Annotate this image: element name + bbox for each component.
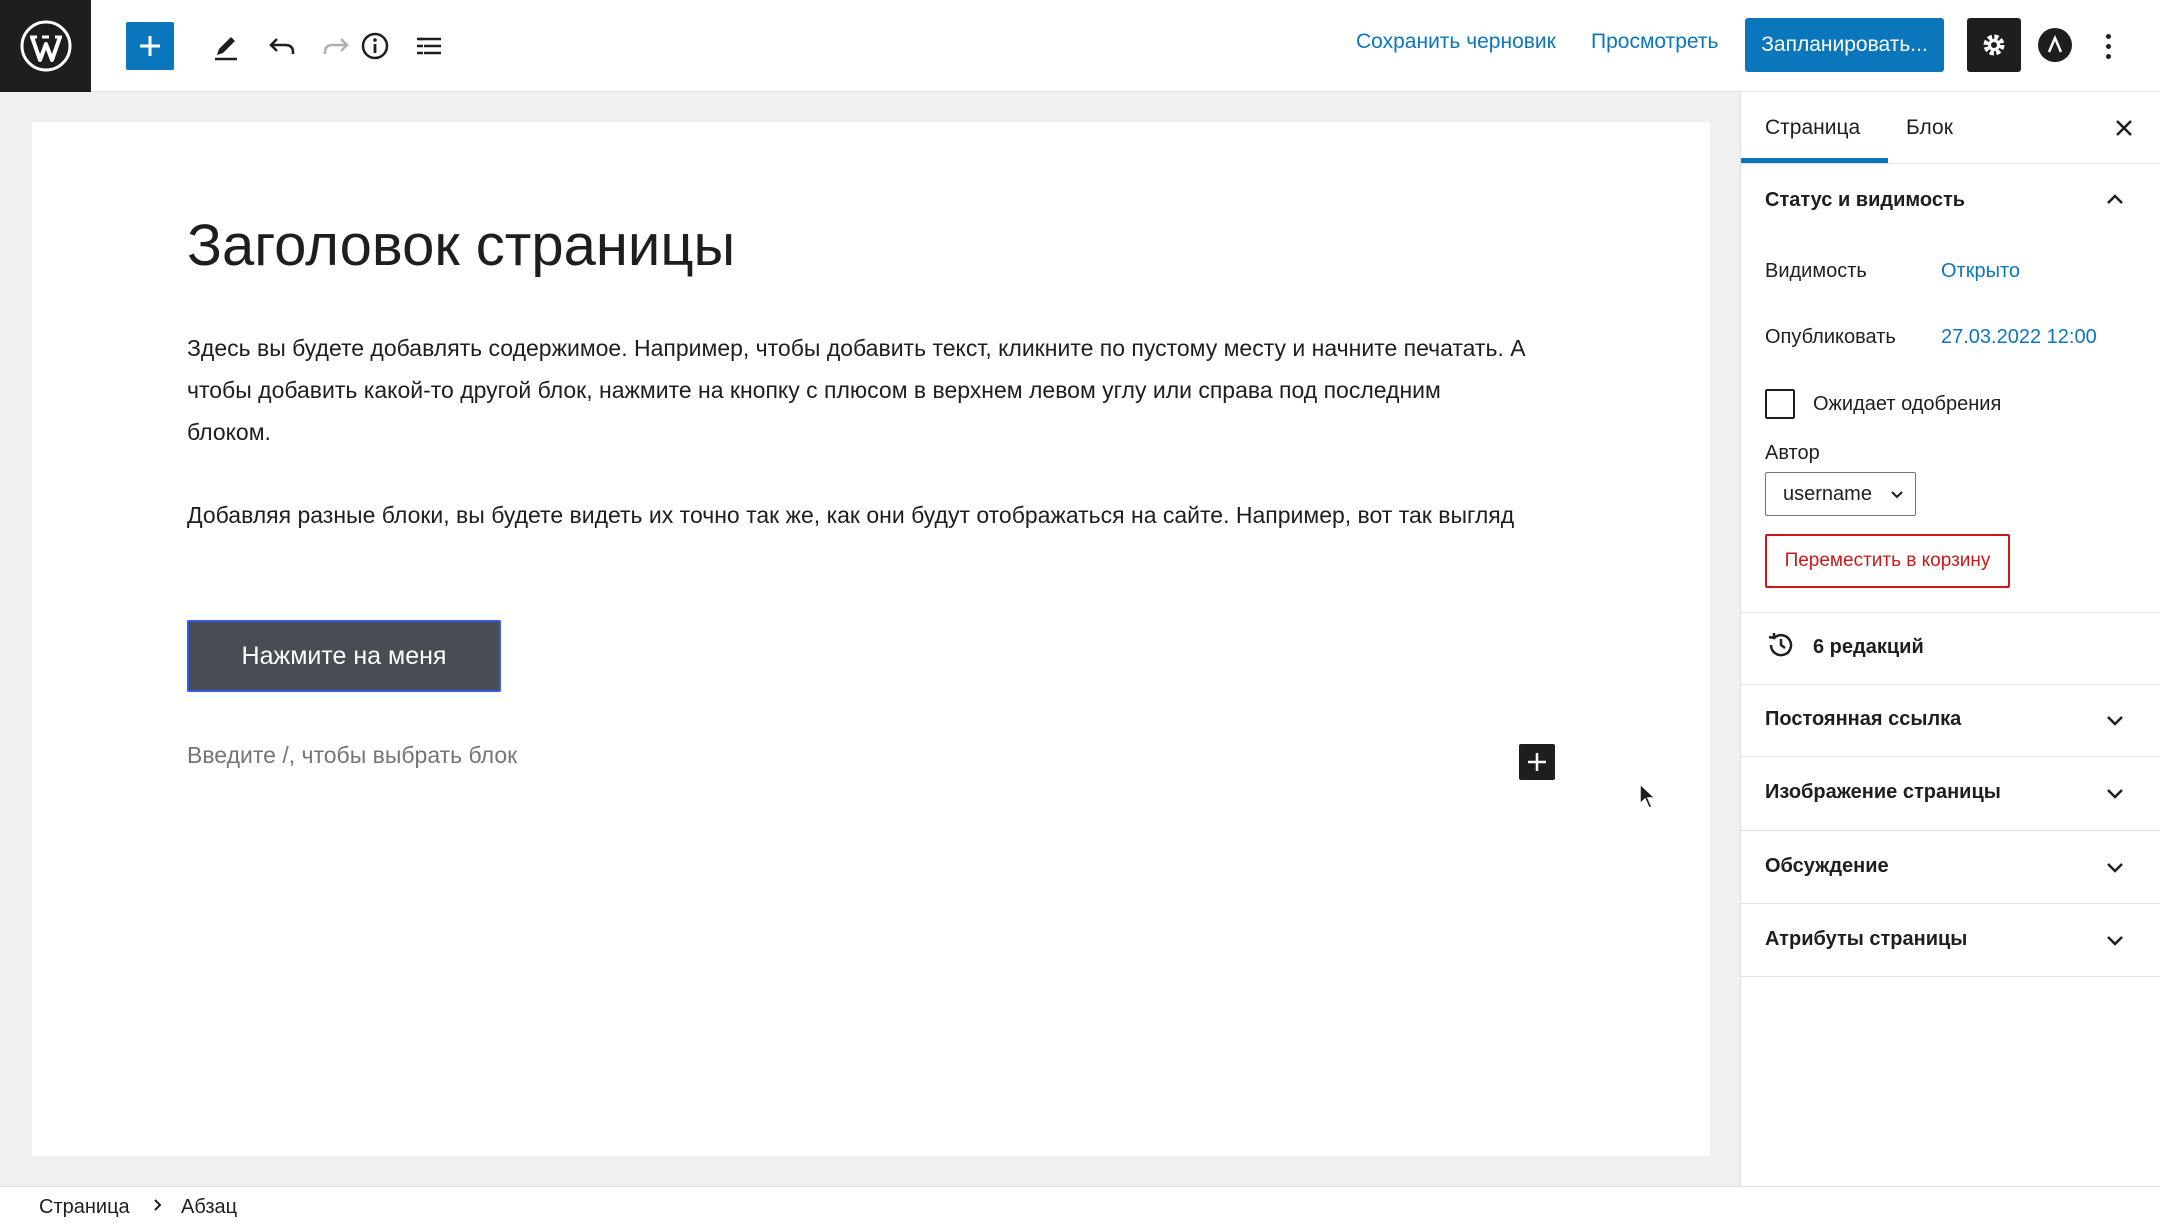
permalink-panel-toggle[interactable]: Постоянная ссылка bbox=[1765, 708, 1961, 731]
undo-icon bbox=[269, 38, 295, 54]
details-button[interactable] bbox=[351, 22, 399, 70]
schedule-button[interactable]: Запланировать... bbox=[1745, 18, 1944, 72]
author-select[interactable]: username bbox=[1765, 472, 1916, 516]
more-vertical-icon bbox=[2105, 33, 2111, 39]
list-view-button[interactable] bbox=[405, 22, 453, 70]
button-block[interactable]: Нажмите на меня bbox=[187, 620, 501, 692]
pencil-icon bbox=[215, 37, 237, 61]
paragraph-block[interactable]: Добавляя разные блоки, вы будете видеть … bbox=[187, 494, 1527, 536]
discussion-panel-toggle[interactable]: Обсуждение bbox=[1765, 855, 1889, 878]
block-inserter-toggle[interactable] bbox=[126, 22, 174, 70]
pending-review-label: Ожидает одобрения bbox=[1813, 393, 2002, 415]
sidebar-tabs: Страница Блок bbox=[1741, 92, 2160, 164]
paragraph-block[interactable]: Здесь вы будете добавлять содержимое. На… bbox=[187, 327, 1527, 453]
gear-icon bbox=[1983, 34, 2005, 56]
history-icon bbox=[1768, 633, 1793, 657]
page-title-text: Заголовок страницы bbox=[187, 213, 736, 278]
editor-header: Сохранить черновик Просмотреть Запланиро… bbox=[0, 0, 2160, 92]
chevron-down-icon[interactable] bbox=[2103, 855, 2127, 879]
panel-divider bbox=[1741, 756, 2160, 757]
chevron-down-icon[interactable] bbox=[2103, 781, 2127, 805]
panel-divider bbox=[1741, 612, 2160, 613]
author-label: Автор bbox=[1765, 442, 1820, 464]
wordpress-logo-button[interactable] bbox=[0, 0, 91, 92]
page-attributes-panel-toggle[interactable]: Атрибуты страницы bbox=[1765, 928, 1967, 951]
author-select-value: username bbox=[1783, 482, 1872, 505]
chevron-up-icon[interactable] bbox=[2103, 188, 2127, 212]
panel-divider bbox=[1741, 830, 2160, 831]
active-tab-indicator bbox=[1741, 158, 1888, 163]
visibility-label: Видимость bbox=[1765, 260, 1867, 282]
panel-divider bbox=[1741, 903, 2160, 904]
page-title[interactable]: Заголовок страницы bbox=[187, 212, 735, 279]
redo-icon bbox=[323, 38, 349, 54]
add-block-button[interactable] bbox=[1519, 744, 1555, 780]
astra-icon bbox=[2047, 34, 2063, 53]
block-breadcrumb: Страница Абзац bbox=[0, 1186, 2160, 1223]
undo-button[interactable] bbox=[258, 22, 306, 70]
list-view-icon bbox=[417, 37, 441, 55]
pending-review-checkbox[interactable] bbox=[1765, 389, 1795, 419]
plus-icon bbox=[140, 36, 160, 56]
astra-settings-button[interactable] bbox=[2038, 28, 2072, 62]
featured-image-panel-toggle[interactable]: Изображение страницы bbox=[1765, 781, 2001, 804]
options-menu-button[interactable] bbox=[2096, 24, 2120, 68]
visibility-toggle[interactable]: Открыто bbox=[1941, 260, 2020, 283]
chevron-down-icon[interactable] bbox=[2103, 928, 2127, 952]
panel-divider bbox=[1741, 684, 2160, 685]
settings-button[interactable] bbox=[1967, 18, 2021, 72]
breadcrumb-item-paragraph[interactable]: Абзац bbox=[181, 1196, 237, 1219]
close-icon bbox=[2116, 120, 2132, 136]
preview-button[interactable]: Просмотреть bbox=[1591, 30, 1718, 54]
mouse-cursor-icon bbox=[1639, 782, 1657, 809]
revisions-link[interactable]: 6 редакций bbox=[1813, 636, 1924, 659]
tab-block[interactable]: Блок bbox=[1906, 116, 1953, 140]
tab-page[interactable]: Страница bbox=[1765, 116, 1860, 140]
publish-label: Опубликовать bbox=[1765, 326, 1896, 348]
chevron-down-icon[interactable] bbox=[2103, 708, 2127, 732]
chevron-down-icon bbox=[1891, 491, 1903, 499]
close-sidebar-button[interactable] bbox=[2108, 112, 2140, 144]
panel-divider bbox=[1741, 976, 2160, 977]
info-icon bbox=[361, 32, 389, 60]
plus-icon bbox=[1528, 753, 1546, 771]
save-draft-button[interactable]: Сохранить черновик bbox=[1356, 30, 1556, 54]
move-to-trash-button[interactable]: Переместить в корзину bbox=[1765, 534, 2010, 588]
publish-date-toggle[interactable]: 27.03.2022 12:00 bbox=[1941, 326, 2097, 349]
empty-block-placeholder[interactable]: Введите /, чтобы выбрать блок bbox=[187, 742, 517, 769]
wordpress-icon bbox=[20, 20, 71, 72]
tools-button[interactable] bbox=[202, 22, 250, 70]
breadcrumb-item-page[interactable]: Страница bbox=[39, 1196, 130, 1219]
status-visibility-panel-toggle[interactable]: Статус и видимость bbox=[1765, 189, 1965, 212]
chevron-right-icon bbox=[154, 1199, 162, 1211]
settings-sidebar: Страница Блок Статус и видимость Видимос… bbox=[1740, 92, 2160, 1186]
